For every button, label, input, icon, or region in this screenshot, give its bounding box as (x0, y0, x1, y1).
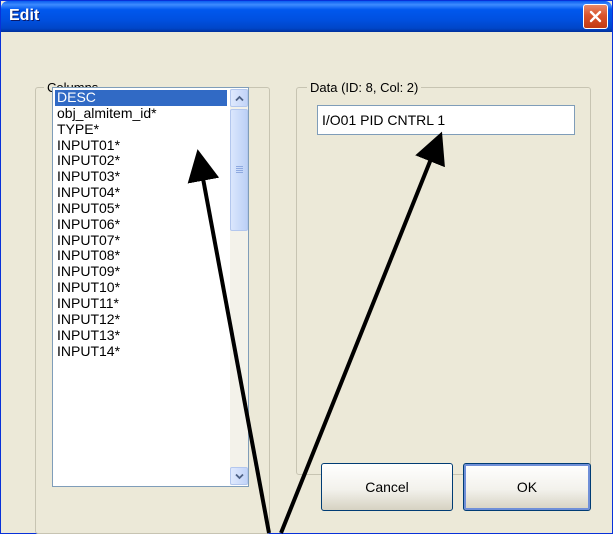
list-item[interactable]: TYPE* (55, 121, 227, 138)
data-group: Data (ID: 8, Col: 2) (296, 80, 591, 475)
list-item[interactable]: INPUT12* (55, 311, 227, 328)
listbox-scrollbar[interactable] (230, 89, 248, 485)
list-item[interactable]: INPUT04* (55, 184, 227, 201)
window-title: Edit (9, 7, 40, 24)
chevron-down-icon (235, 473, 244, 480)
list-item[interactable]: INPUT11* (55, 295, 227, 312)
columns-listbox[interactable]: DESC obj_almitem_id* TYPE* INPUT01* INPUT02*… (52, 87, 249, 487)
ok-button[interactable]: OK (463, 463, 591, 511)
list-item-selected[interactable]: DESC (55, 89, 227, 106)
scroll-up-button[interactable] (230, 89, 248, 107)
list-item[interactable]: INPUT05* (55, 200, 227, 217)
list-item[interactable]: INPUT07* (55, 232, 227, 249)
close-icon (589, 10, 602, 23)
chevron-up-icon (235, 95, 244, 102)
list-item[interactable]: obj_almitem_id* (55, 105, 227, 122)
edit-dialog: Edit Columns Data (ID: 8, Col: 2) DESCob… (0, 0, 613, 534)
list-item[interactable]: INPUT10* (55, 279, 227, 296)
scroll-thumb-grip (236, 170, 243, 171)
list-item[interactable]: INPUT08* (55, 248, 227, 264)
list-item[interactable]: INPUT06* (55, 216, 227, 233)
scroll-down-button[interactable] (230, 467, 248, 485)
scroll-thumb-grip (236, 166, 243, 167)
list-item[interactable]: INPUT14* (55, 343, 227, 360)
data-group-label: Data (ID: 8, Col: 2) (307, 80, 422, 96)
scroll-thumb-grip (236, 168, 243, 169)
close-button[interactable] (583, 4, 608, 29)
data-value-field[interactable]: I/O01 PID CNTRL 1 (317, 105, 575, 135)
scroll-thumb[interactable] (230, 109, 248, 231)
scroll-thumb-grip (236, 172, 243, 173)
list-item[interactable]: INPUT13* (55, 327, 227, 344)
title-bar[interactable]: Edit (1, 1, 612, 32)
cancel-button[interactable]: Cancel (321, 463, 453, 511)
list-item[interactable]: INPUT01* (55, 137, 227, 154)
columns-list: DESC obj_almitem_id* TYPE* INPUT01* INPUT02*… (55, 89, 227, 360)
list-item[interactable]: INPUT02* (55, 153, 227, 169)
list-item[interactable]: INPUT09* (55, 263, 227, 280)
list-item[interactable]: INPUT03* (55, 168, 227, 185)
